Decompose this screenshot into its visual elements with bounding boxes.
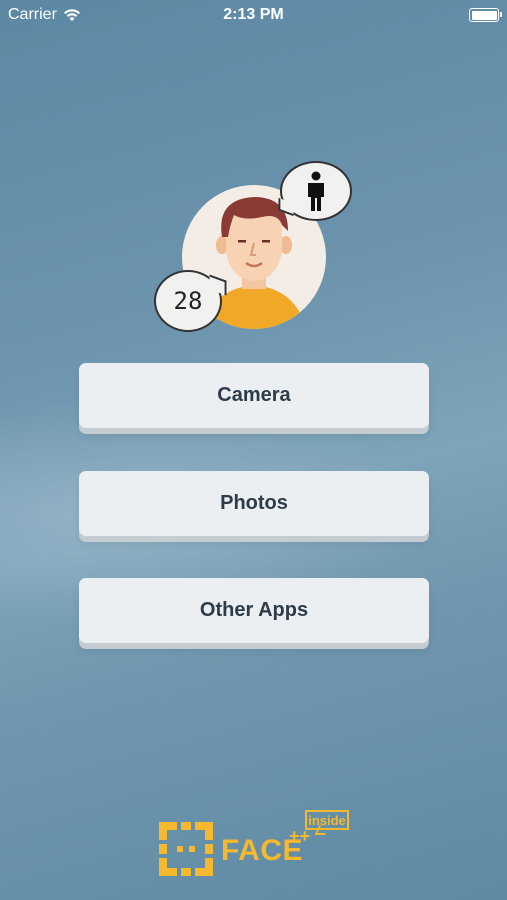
age-value: 28 — [173, 287, 203, 315]
logo-inside-label: inside — [308, 812, 346, 828]
other-apps-button[interactable]: Other Apps — [79, 578, 429, 643]
logo-inside-tag: inside — [305, 810, 349, 830]
age-bubble: 28 — [154, 270, 222, 332]
hero-illustration: 28 — [150, 155, 360, 345]
facepp-logo: FACE ++ inside — [157, 810, 357, 878]
gender-bubble — [280, 161, 352, 221]
battery-fill — [471, 10, 497, 20]
face-frame-icon — [159, 822, 213, 876]
photos-button[interactable]: Photos — [79, 471, 429, 536]
battery-icon — [469, 8, 502, 22]
status-right — [469, 8, 502, 22]
camera-button[interactable]: Camera — [79, 363, 429, 428]
status-time: 2:13 PM — [223, 6, 284, 23]
male-person-icon — [308, 171, 324, 211]
status-bar: Carrier 2:13 PM — [0, 0, 507, 30]
